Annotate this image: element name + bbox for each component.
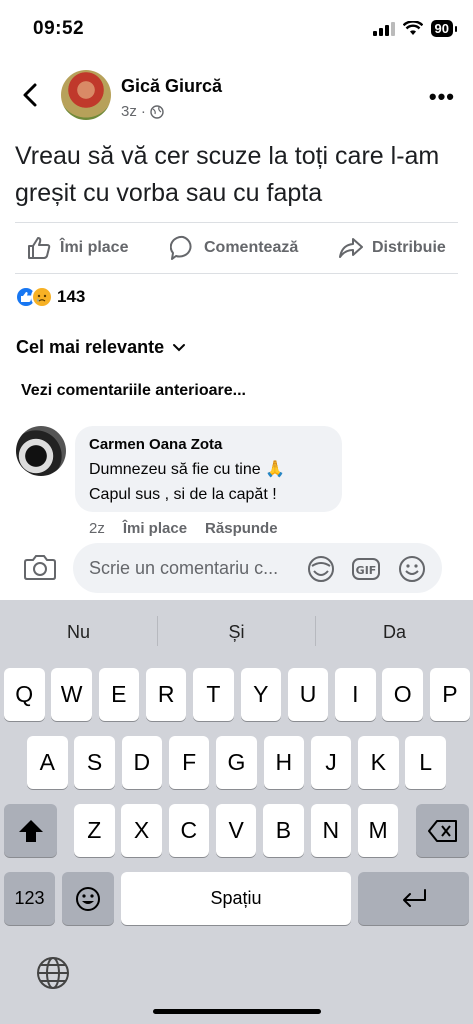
comment-input-placeholder: Scrie un comentariu c... xyxy=(89,558,279,578)
more-options-icon[interactable]: ••• xyxy=(429,84,455,110)
letter-key[interactable]: Z xyxy=(74,804,115,857)
backspace-key[interactable] xyxy=(416,804,469,857)
return-arrow-icon xyxy=(402,888,426,907)
letter-key[interactable]: R xyxy=(145,668,187,721)
post-header: Gică Giurcă 3z · ••• xyxy=(0,66,473,126)
clock: 09:52 xyxy=(33,18,85,39)
letter-key[interactable]: H xyxy=(263,736,304,789)
comment-button[interactable]: Comentează xyxy=(170,235,298,261)
letter-key[interactable]: V xyxy=(215,804,257,857)
letter-key[interactable]: A xyxy=(27,736,68,789)
battery-indicator: 90 xyxy=(430,20,458,37)
letter-key[interactable]: M xyxy=(357,804,399,857)
back-arrow-icon[interactable] xyxy=(16,80,46,110)
numbers-key[interactable]: 123 xyxy=(4,872,55,925)
post-meta: 3z · xyxy=(121,103,164,120)
comment-input[interactable]: Scrie un comentariu c... GIF xyxy=(73,543,442,593)
letter-key[interactable]: Q xyxy=(4,668,45,721)
emoji-icon xyxy=(76,886,100,911)
commenter-name[interactable]: Carmen Oana Zota xyxy=(89,436,328,453)
comment-sort-dropdown[interactable]: Cel mai relevante xyxy=(16,337,186,358)
sad-reaction-icon xyxy=(31,286,53,308)
letter-key[interactable]: D xyxy=(121,736,163,789)
view-previous-comments-link[interactable]: Vezi comentariile anterioare... xyxy=(21,382,246,400)
letter-key[interactable]: B xyxy=(263,804,304,857)
comment-bubble-icon xyxy=(170,235,192,260)
letter-key[interactable]: K xyxy=(358,736,399,789)
globe-privacy-icon xyxy=(150,104,164,119)
comment-label: Comentează xyxy=(204,239,299,256)
like-label: Îmi place xyxy=(60,239,129,256)
author-avatar[interactable] xyxy=(61,70,111,120)
suggestion-item[interactable]: Nu xyxy=(0,622,157,643)
comment-time: 2z xyxy=(89,520,105,537)
share-button[interactable]: Distribuie xyxy=(338,235,446,261)
letter-key[interactable]: C xyxy=(168,804,210,857)
keyboard: Nu Și Da QWERTYUIOP ASDFGHJKL ZXCVBNM 12… xyxy=(0,600,473,1024)
gif-icon[interactable]: GIF xyxy=(351,554,381,584)
return-key[interactable] xyxy=(358,872,469,925)
emoji-icon[interactable] xyxy=(397,554,427,584)
post-time[interactable]: 3z xyxy=(121,103,137,120)
camera-icon[interactable] xyxy=(24,553,56,581)
letter-key[interactable]: X xyxy=(121,804,162,857)
status-icons: 90 xyxy=(372,20,458,37)
globe-icon[interactable] xyxy=(36,956,70,990)
shift-key[interactable] xyxy=(4,804,57,857)
commenter-avatar[interactable] xyxy=(16,426,66,476)
author-name[interactable]: Gică Giurcă xyxy=(121,76,222,97)
share-label: Distribuie xyxy=(372,239,446,256)
home-indicator[interactable] xyxy=(153,1009,321,1014)
letter-key[interactable]: I xyxy=(335,668,376,721)
emoji-key[interactable] xyxy=(62,872,114,925)
wifi-icon xyxy=(402,21,423,35)
reaction-count: 143 xyxy=(57,287,86,306)
letter-key[interactable]: G xyxy=(216,736,257,789)
comment-text-line: Capul sus , si de la capăt ! xyxy=(89,486,277,503)
letter-key[interactable]: U xyxy=(287,668,329,721)
backspace-icon xyxy=(427,819,457,842)
divider xyxy=(15,273,458,274)
comment-composer: Scrie un comentariu c... GIF xyxy=(0,536,473,600)
comment-text: Dumnezeu să fie cu tine 🙏 Capul sus , si… xyxy=(89,457,328,507)
sort-label: Cel mai relevante xyxy=(16,337,165,357)
suggestion-item[interactable]: Și xyxy=(158,622,315,643)
like-button[interactable]: Îmi place xyxy=(26,235,128,261)
shift-arrow-icon xyxy=(18,819,43,842)
letter-key[interactable]: S xyxy=(74,736,115,789)
letter-key[interactable]: L xyxy=(405,736,446,789)
post-actions: Îmi place Comentează Distribuie xyxy=(0,231,473,267)
chevron-down-icon xyxy=(173,343,186,351)
letter-key[interactable]: J xyxy=(310,736,352,789)
letter-key[interactable]: P xyxy=(429,668,471,721)
avatar-sticker-icon[interactable] xyxy=(306,554,336,584)
comment-bubble[interactable]: Carmen Oana Zota Dumnezeu să fie cu tine… xyxy=(75,426,342,512)
letter-key[interactable]: Y xyxy=(240,668,281,721)
post-text: Vreau să vă cer scuze la toți care l-am … xyxy=(15,142,440,207)
comment-text-line: Dumnezeu să fie cu tine 🙏 xyxy=(89,461,286,478)
letter-key[interactable]: N xyxy=(310,804,351,857)
letter-key[interactable]: W xyxy=(51,668,92,721)
comment-like-button[interactable]: Îmi place xyxy=(123,520,187,537)
comment-reply-button[interactable]: Răspunde xyxy=(205,520,278,537)
reactions-summary[interactable]: 143 xyxy=(15,286,85,308)
keyboard-suggestions: Nu Și Da xyxy=(0,600,473,662)
signal-icon xyxy=(372,21,395,36)
letter-key[interactable]: F xyxy=(168,736,210,789)
letter-key[interactable]: T xyxy=(193,668,234,721)
thumbs-up-icon xyxy=(28,237,51,259)
letter-key[interactable]: O xyxy=(382,668,423,721)
status-bar: 09:52 90 xyxy=(0,0,473,58)
divider xyxy=(15,222,458,223)
svg-text:GIF: GIF xyxy=(356,564,377,577)
share-arrow-icon xyxy=(339,238,363,258)
space-key[interactable]: Spațiu xyxy=(121,872,351,925)
suggestion-item[interactable]: Da xyxy=(316,622,473,643)
letter-key[interactable]: E xyxy=(98,668,140,721)
comment-meta: 2z Îmi place Răspunde xyxy=(89,520,278,537)
